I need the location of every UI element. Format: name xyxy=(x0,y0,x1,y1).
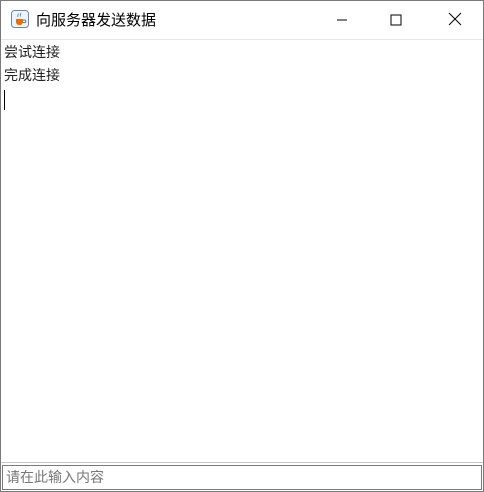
log-line-connected: 完成连接 xyxy=(4,68,60,84)
message-log-area[interactable]: 尝试连接 完成连接 xyxy=(1,40,483,461)
text-caret xyxy=(4,90,5,110)
window-title: 向服务器发送数据 xyxy=(36,11,157,29)
app-window: 向服务器发送数据 尝试连接 完成连接 xyxy=(0,0,484,492)
maximize-icon xyxy=(390,11,402,30)
java-coffee-cup-icon xyxy=(11,10,29,28)
input-container xyxy=(1,462,483,491)
minimize-button[interactable] xyxy=(319,1,365,39)
close-icon xyxy=(448,11,462,30)
minimize-icon xyxy=(336,11,348,30)
maximize-button[interactable] xyxy=(373,1,419,39)
message-input[interactable] xyxy=(2,465,482,490)
log-line-connecting: 尝试连接 xyxy=(4,45,60,61)
title-bar[interactable]: 向服务器发送数据 xyxy=(1,1,483,39)
close-button[interactable] xyxy=(432,1,478,39)
